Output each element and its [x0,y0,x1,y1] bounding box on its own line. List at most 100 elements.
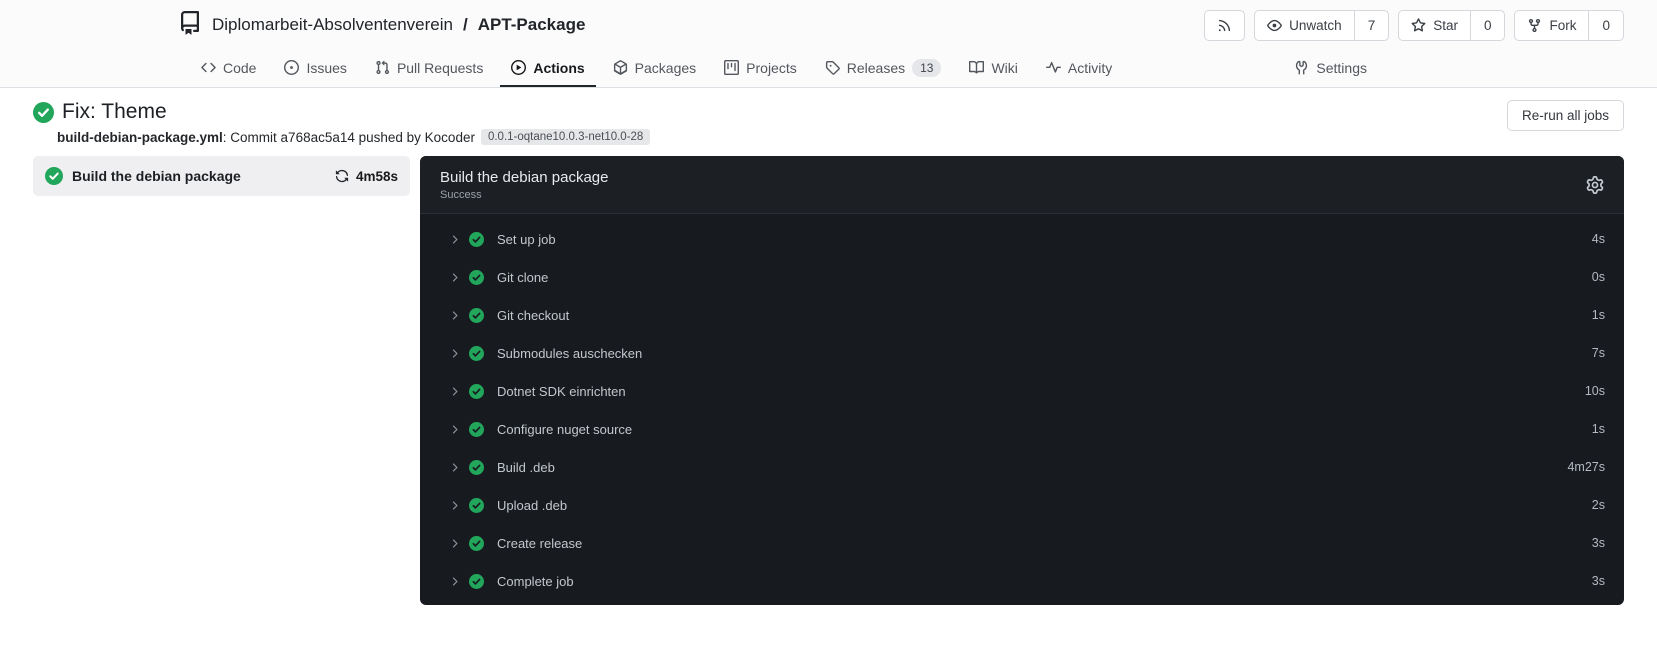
job-log-panel: Build the debian package Success Set up … [420,156,1624,605]
step-row[interactable]: Dotnet SDK einrichten 10s [420,372,1624,410]
repo-icon [178,11,202,40]
step-name: Git checkout [497,307,570,323]
rss-icon [1217,18,1232,33]
step-duration: 2s [1591,498,1605,512]
tag-icon [825,60,840,75]
log-panel-status: Success [440,189,482,201]
watch-count[interactable]: 7 [1353,10,1389,40]
star-count[interactable]: 0 [1469,10,1505,40]
fork-button[interactable]: Fork 0 [1514,9,1624,41]
run-header: Fix: Theme build-debian-package.yml: Com… [0,88,1657,145]
repo-name-link[interactable]: APT-Package [478,15,586,35]
releases-count-badge: 13 [912,58,942,77]
step-success-icon [469,460,484,475]
step-name: Create release [497,535,583,551]
tab-wiki-label: Wiki [991,59,1018,76]
tab-actions[interactable]: Actions [500,50,596,87]
steps-list: Set up job 4s Git clone 0s Git checkout … [420,214,1624,605]
ref-badge[interactable]: 0.0.1-oqtane10.0.3-net10.0-28 [480,129,651,145]
tab-settings[interactable]: Settings [1283,50,1378,87]
play-circle-icon [511,60,526,75]
pulse-icon [1046,60,1061,75]
step-name: Git clone [497,269,549,285]
code-icon [201,60,216,75]
step-success-icon [469,498,484,513]
job-success-icon [45,167,63,185]
step-duration: 7s [1591,346,1605,360]
unwatch-label: Unwatch [1289,17,1342,33]
step-success-icon [469,536,484,551]
job-item-selected[interactable]: Build the debian package 4m58s [33,156,410,196]
chevron-right-icon [448,233,461,246]
tab-code-label: Code [223,59,257,76]
step-row[interactable]: Upload .deb 2s [420,486,1624,524]
step-success-icon [469,346,484,361]
rerun-all-jobs-button[interactable]: Re-run all jobs [1506,100,1624,131]
sync-icon[interactable] [335,169,349,183]
tab-releases[interactable]: Releases 13 [814,50,953,87]
step-row[interactable]: Git clone 0s [420,258,1624,296]
tab-pull-requests-label: Pull Requests [396,59,484,76]
repo-action-buttons: Unwatch 7 Star 0 Fork 0 [1204,9,1624,41]
step-row[interactable]: Complete job 3s [420,562,1624,600]
repo-separator: / [462,15,468,34]
fork-icon [1527,18,1542,33]
step-name: Dotnet SDK einrichten [497,383,626,399]
run-content: Build the debian package 4m58s Build the… [0,145,1657,605]
chevron-right-icon [448,385,461,398]
tab-issues[interactable]: Issues [273,50,357,87]
tab-activity-label: Activity [1067,59,1113,76]
tab-code[interactable]: Code [190,50,267,87]
fork-label: Fork [1549,17,1577,33]
step-success-icon [469,422,484,437]
pull-request-icon [375,60,390,75]
chevron-right-icon [448,423,461,436]
tab-issues-label: Issues [306,59,347,76]
workflow-file-link[interactable]: build-debian-package.yml [57,130,223,145]
chevron-right-icon [448,461,461,474]
chevron-right-icon [448,309,461,322]
tab-packages-label: Packages [634,59,697,76]
star-label: Star [1433,17,1458,33]
tools-icon [1294,60,1309,75]
repo-owner-link[interactable]: Diplomarbeit-Absolventenverein [212,15,453,35]
book-icon [969,60,984,75]
log-panel-header: Build the debian package Success [420,156,1624,214]
log-settings-gear-icon[interactable] [1586,176,1604,194]
step-row[interactable]: Create release 3s [420,524,1624,562]
tab-pull-requests[interactable]: Pull Requests [364,50,494,87]
job-name: Build the debian package [72,168,241,184]
step-name: Upload .deb [497,497,568,513]
chevron-right-icon [448,271,461,284]
step-success-icon [469,308,484,323]
tab-wiki[interactable]: Wiki [958,50,1028,87]
step-duration: 0s [1591,270,1605,284]
rss-button[interactable] [1204,9,1246,41]
step-row[interactable]: Build .deb 4m27s [420,448,1624,486]
tab-settings-label: Settings [1316,59,1367,76]
fork-count[interactable]: 0 [1588,10,1623,40]
step-row[interactable]: Set up job 4s [420,220,1624,258]
tab-activity[interactable]: Activity [1035,50,1123,87]
star-button[interactable]: Star 0 [1398,9,1506,41]
step-name: Set up job [497,231,556,247]
tab-projects-label: Projects [746,59,797,76]
step-duration: 4s [1591,232,1605,246]
step-row[interactable]: Git checkout 1s [420,296,1624,334]
tab-releases-label: Releases [846,59,906,76]
tab-actions-label: Actions [533,59,585,76]
chevron-right-icon [448,575,461,588]
step-row[interactable]: Configure nuget source 1s [420,410,1624,448]
step-success-icon [469,270,484,285]
step-name: Build .deb [497,459,555,475]
tab-packages[interactable]: Packages [602,50,707,87]
step-name: Configure nuget source [497,421,633,437]
issue-icon [284,60,299,75]
job-duration: 4m58s [355,168,398,184]
unwatch-button[interactable]: Unwatch 7 [1254,9,1390,41]
step-duration: 1s [1591,308,1605,322]
project-icon [724,60,739,75]
chevron-right-icon [448,499,461,512]
tab-projects[interactable]: Projects [713,50,808,87]
step-row[interactable]: Submodules auschecken 7s [420,334,1624,372]
